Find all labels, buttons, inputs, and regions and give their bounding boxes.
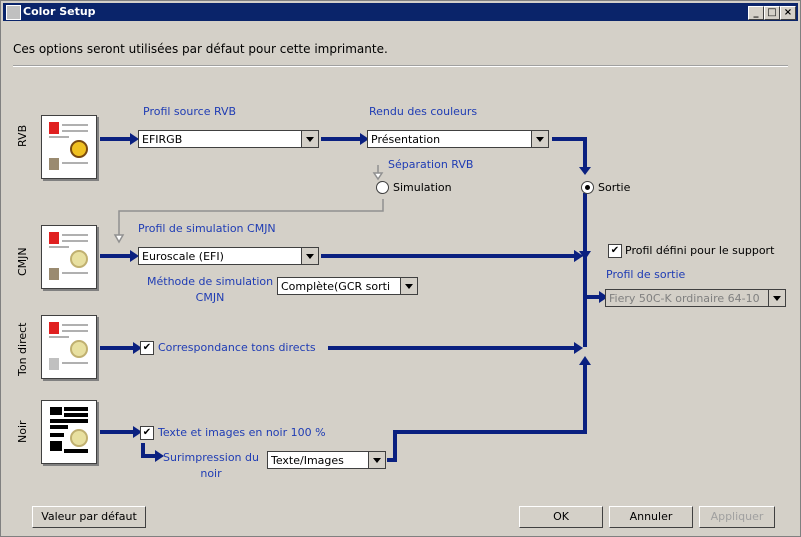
row-label-rvb: RVB [16, 124, 29, 147]
cmyk-method-label-line2: CMJN [195, 291, 225, 304]
output-radio-label: Sortie [598, 181, 631, 194]
cmyk-method-label-line1: Méthode de simulation [147, 275, 274, 288]
chevron-down-icon[interactable] [400, 278, 417, 294]
close-icon[interactable]: × [780, 6, 796, 20]
cmyk-simulation-profile-select[interactable]: Euroscale (EFI) [138, 247, 319, 265]
minimize-icon[interactable]: _ [748, 6, 764, 20]
output-radio[interactable] [581, 181, 594, 194]
output-profile-label: Profil de sortie [606, 268, 686, 281]
rendering-intent-select[interactable]: Présentation [367, 130, 549, 148]
cmyk-simulation-profile-value: Euroscale (EFI) [142, 250, 224, 263]
maximize-icon[interactable]: □ [764, 6, 780, 20]
output-profile-value: Fiery 50C-K ordinaire 64-10 [609, 292, 760, 305]
rendering-intent-label: Rendu des couleurs [369, 105, 478, 118]
black-overprint-select[interactable]: Texte/Images [267, 451, 386, 469]
cmyk-simulation-profile-label: Profil de simulation CMJN [138, 222, 276, 235]
chevron-down-icon[interactable] [301, 131, 318, 147]
row-label-noir: Noir [16, 420, 29, 443]
media-defined-profile-checkbox[interactable]: ✔ [608, 244, 622, 258]
output-profile-select[interactable]: Fiery 50C-K ordinaire 64-10 [605, 289, 786, 307]
apply-button[interactable]: Appliquer [699, 506, 775, 528]
window-title: Color Setup [23, 5, 96, 18]
cmyk-document-icon [41, 225, 97, 289]
cmyk-simulation-method-select[interactable]: Complète(GCR sorti [277, 277, 418, 295]
media-defined-profile-label: Profil défini pour le support [625, 244, 775, 257]
ok-button[interactable]: OK [519, 506, 603, 528]
black-document-icon [41, 400, 97, 464]
black-overprint-value: Texte/Images [271, 454, 344, 467]
content-panel: Ces options seront utilisées par défaut … [5, 25, 796, 533]
rgb-source-profile-value: EFIRGB [142, 133, 183, 146]
rendering-intent-value: Présentation [371, 133, 441, 146]
cancel-button[interactable]: Annuler [609, 506, 693, 528]
app-icon [6, 5, 21, 20]
chevron-down-icon[interactable] [531, 131, 548, 147]
row-label-cmjn: CMJN [16, 247, 29, 276]
simulation-radio-label: Simulation [393, 181, 452, 194]
cmyk-simulation-method-value: Complète(GCR sorti [281, 280, 391, 293]
rgb-source-profile-label: Profil source RVB [143, 105, 237, 118]
spot-color-matching-label: Correspondance tons directs [158, 341, 316, 354]
chevron-down-icon[interactable] [368, 452, 385, 468]
row-label-ton-direct: Ton direct [16, 322, 29, 377]
black-overprint-label-line1: Surimpression du [163, 451, 259, 464]
spot-color-matching-checkbox[interactable]: ✔ [140, 341, 154, 355]
black-overprint-label-line2: noir [200, 467, 222, 480]
defaults-button[interactable]: Valeur par défaut [32, 506, 146, 528]
simulation-radio[interactable] [376, 181, 389, 194]
color-setup-window: Color Setup _ □ × Ces options seront uti… [0, 0, 801, 537]
rgb-separation-label: Séparation RVB [388, 158, 474, 171]
rgb-document-icon [41, 115, 97, 179]
rgb-source-profile-select[interactable]: EFIRGB [138, 130, 319, 148]
title-bar[interactable]: Color Setup _ □ × [3, 3, 798, 21]
chevron-down-icon[interactable] [768, 290, 785, 306]
spot-document-icon [41, 315, 97, 379]
pure-black-label: Texte et images en noir 100 % [158, 426, 326, 439]
pure-black-checkbox[interactable]: ✔ [140, 426, 154, 440]
chevron-down-icon[interactable] [301, 248, 318, 264]
